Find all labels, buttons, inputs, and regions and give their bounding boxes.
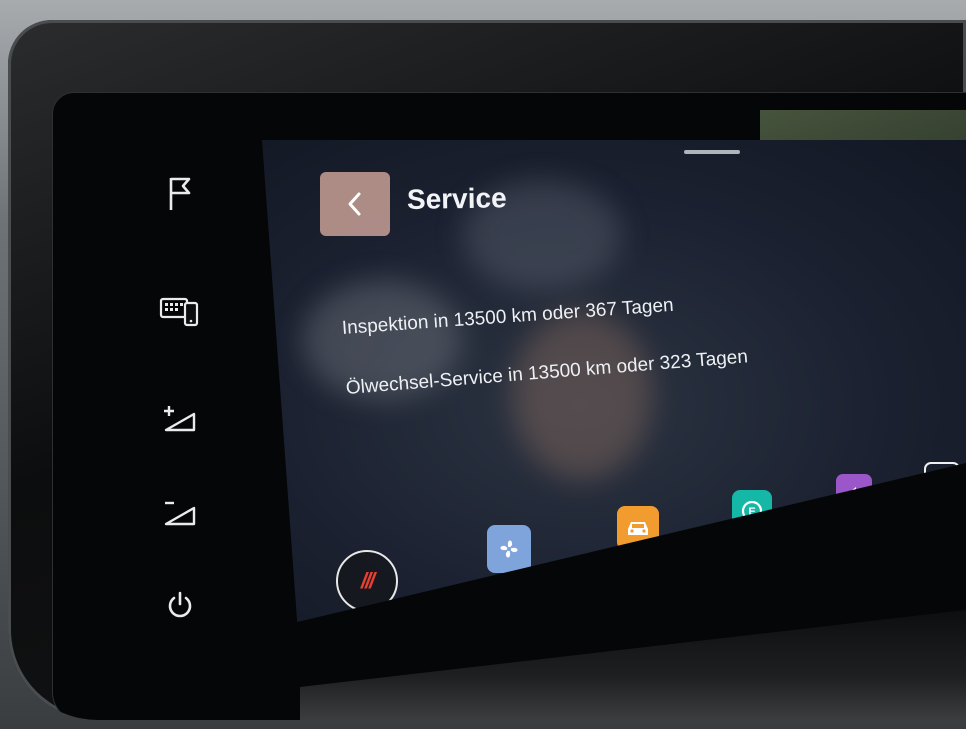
- flag-key[interactable]: [150, 170, 210, 216]
- volume-down-icon: [164, 501, 196, 526]
- hardware-key-column: [150, 170, 220, 640]
- smartphone-key[interactable]: [150, 288, 210, 334]
- home-stripes-label: ///: [360, 568, 375, 593]
- power-key[interactable]: [150, 582, 210, 628]
- fan-icon: [500, 540, 518, 558]
- dashboard-surround: Service Inspektion in 13500 km oder 367 …: [0, 0, 966, 729]
- car-icon: [628, 522, 648, 535]
- power-icon: [168, 591, 192, 618]
- volume-down-key[interactable]: [150, 488, 210, 534]
- flag-icon: [169, 177, 191, 210]
- keyboard-phone-icon: [159, 297, 199, 327]
- volume-up-key[interactable]: [150, 396, 210, 442]
- volume-up-icon: [164, 406, 196, 432]
- climate-button[interactable]: [487, 525, 531, 573]
